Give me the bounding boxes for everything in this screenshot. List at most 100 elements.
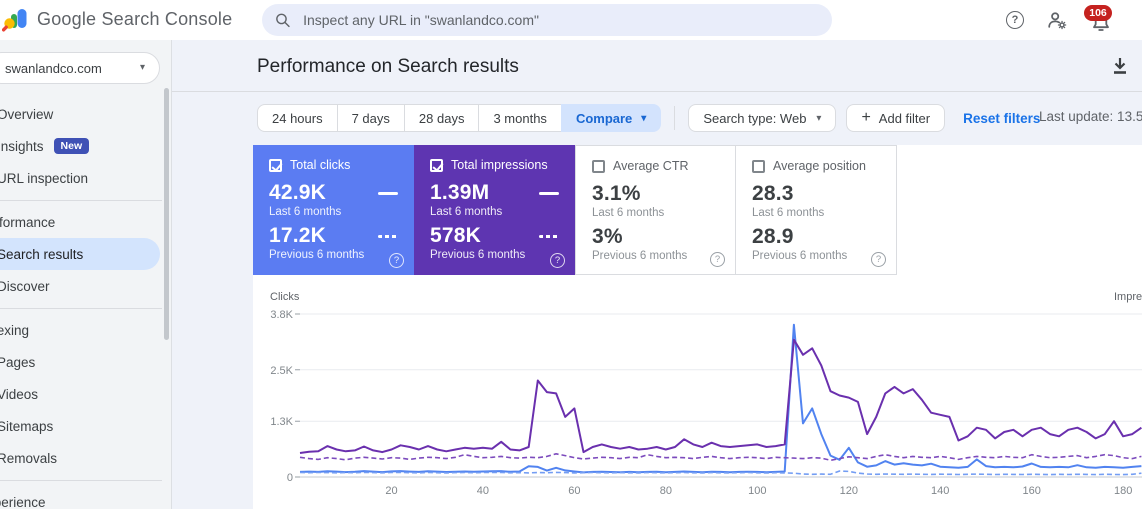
metric-current-value: 28.3	[752, 182, 794, 205]
sidebar-item-discover[interactable]: Discover	[0, 270, 171, 302]
metric-previous-label: Previous 6 months	[269, 249, 365, 261]
x-tick-label: 140	[931, 485, 949, 497]
sidebar-item-label: URL inspection	[0, 170, 89, 186]
sidebar-item-label: Experience	[0, 494, 46, 509]
date-range-3-months[interactable]: 3 months	[478, 104, 562, 132]
metric-previous-value: 3%	[592, 225, 623, 248]
performance-card: Total clicks 42.9K Last 6 months 17.2K P…	[253, 145, 1142, 509]
sidebar-item-url-inspection[interactable]: URL inspection	[0, 162, 171, 194]
checkbox-unchecked-icon[interactable]	[752, 159, 765, 173]
search-input[interactable]	[301, 11, 820, 29]
metric-title: Total clicks	[290, 158, 351, 172]
sidebar-divider	[0, 474, 171, 486]
user-settings-icon[interactable]	[1046, 9, 1068, 31]
x-tick-label: 160	[1023, 485, 1041, 497]
sidebar-item-label: Indexing	[0, 322, 30, 338]
metric-tile-total-impressions[interactable]: Total impressions 1.39M Last 6 months 57…	[414, 145, 575, 275]
chart-area: 0 1.3K 2.5K 3.8K 20 40 60 80 100 120 140 160 180 Clic…	[253, 275, 1142, 509]
help-icon[interactable]	[1006, 11, 1024, 29]
x-tick-label: 40	[477, 485, 489, 497]
y-tick-label: 1.3K	[270, 416, 293, 428]
date-range-28-days[interactable]: 28 days	[403, 104, 480, 132]
sidebar-item-overview[interactable]: Overview	[0, 98, 171, 130]
google-search-console-app: Google Search Console 106	[0, 0, 1142, 509]
sidebar-item-label: Sitemaps	[0, 418, 54, 434]
performance-chart[interactable]: 0 1.3K 2.5K 3.8K 20 40 60 80 100 120 140 160 180 Clic…	[253, 275, 1142, 509]
sidebar-item-indexing[interactable]: Indexing	[0, 314, 171, 346]
help-icon[interactable]	[550, 253, 565, 268]
sidebar-nav: Overview Insights New URL inspection Perform…	[0, 98, 171, 509]
sidebar-item-performance[interactable]: Performance	[0, 206, 171, 238]
date-range-24-hours[interactable]: 24 hours	[257, 104, 338, 132]
y-tick-label: 3.8K	[270, 309, 293, 321]
sidebar-item-pages[interactable]: Pages	[0, 346, 171, 378]
x-tick-label: 60	[568, 485, 580, 497]
notification-count-badge: 106	[1084, 5, 1112, 21]
solid-line-legend-icon	[378, 191, 398, 195]
sidebar-item-label: Removals	[0, 450, 58, 466]
sidebar-item-label: Discover	[0, 278, 50, 294]
help-icon[interactable]	[871, 252, 886, 267]
topbar: Google Search Console 106	[0, 0, 1142, 40]
product-name: Google Search Console	[37, 9, 233, 29]
metric-current-value: 42.9K	[269, 181, 327, 204]
reset-filters-link[interactable]: Reset filters	[963, 111, 1040, 126]
metric-tile-total-clicks[interactable]: Total clicks 42.9K Last 6 months 17.2K P…	[253, 145, 414, 275]
left-axis-title: Clicks	[270, 291, 300, 303]
dashed-line-legend-icon	[539, 234, 559, 238]
search-icon	[276, 13, 290, 28]
sidebar-item-search-results[interactable]: Search results	[0, 238, 160, 270]
metric-tiles: Total clicks 42.9K Last 6 months 17.2K P…	[253, 145, 1142, 275]
dashed-line-legend-icon	[378, 234, 398, 238]
search-console-logo-icon	[2, 9, 27, 32]
sidebar-item-removals[interactable]: Removals	[0, 442, 171, 474]
search-type-dropdown[interactable]: Search type: Web	[688, 104, 837, 132]
help-icon[interactable]	[389, 253, 404, 268]
date-range-7-days[interactable]: 7 days	[336, 104, 405, 132]
metric-current-label: Last 6 months	[592, 207, 665, 219]
new-badge: New	[53, 138, 90, 154]
export-download-icon[interactable]	[1108, 54, 1132, 78]
property-selector[interactable]: swanlandco.com	[0, 52, 160, 84]
metric-previous-value: 28.9	[752, 225, 794, 248]
sidebar-item-videos[interactable]: Videos	[0, 378, 171, 410]
metric-current-label: Last 6 months	[430, 206, 503, 218]
sidebar: swanlandco.com Overview Insights New URL in…	[0, 40, 172, 509]
page-title: Performance on Search results	[257, 56, 519, 77]
x-tick-label: 180	[1114, 485, 1132, 497]
sidebar-item-experience[interactable]: Experience	[0, 486, 171, 509]
x-tick-label: 80	[660, 485, 672, 497]
app-logo[interactable]: Google Search Console	[2, 6, 232, 33]
sidebar-item-label: Pages	[0, 354, 36, 370]
compare-button[interactable]: Compare	[560, 104, 662, 132]
sidebar-item-insights[interactable]: Insights New	[0, 130, 171, 162]
checkbox-checked-icon[interactable]	[269, 158, 282, 172]
sidebar-item-sitemaps[interactable]: Sitemaps	[0, 410, 171, 442]
checkbox-checked-icon[interactable]	[430, 158, 443, 172]
sidebar-item-label: Videos	[0, 386, 39, 402]
sidebar-item-label: Overview	[0, 106, 54, 122]
add-filter-button[interactable]: Add filter	[846, 104, 946, 132]
url-inspect-searchbox[interactable]	[262, 4, 832, 36]
sidebar-divider	[0, 302, 171, 314]
y-tick-label: 0	[287, 472, 293, 484]
sidebar-scrollbar-thumb[interactable]	[164, 88, 169, 340]
x-tick-label: 120	[840, 485, 858, 497]
checkbox-unchecked-icon[interactable]	[592, 159, 605, 173]
metric-tile-average-ctr[interactable]: Average CTR 3.1% Last 6 months 3% Previo…	[575, 145, 736, 275]
chevron-down-icon	[140, 63, 145, 73]
metric-title: Average CTR	[613, 159, 689, 173]
metric-current-value: 1.39M	[430, 181, 490, 204]
x-tick-label: 100	[748, 485, 766, 497]
main-content: Performance on Search results 24 hours 7…	[172, 40, 1142, 509]
metric-tile-average-position[interactable]: Average position 28.3 Last 6 months 28.9…	[736, 145, 897, 275]
sidebar-item-label: Insights	[0, 138, 44, 154]
last-update-label: Last update: 13.5	[1039, 109, 1142, 124]
metric-title: Average position	[773, 159, 866, 173]
series-clicks-current	[299, 323, 1142, 474]
help-icon[interactable]	[710, 252, 725, 267]
notifications-button[interactable]: 106	[1084, 5, 1114, 35]
metric-title: Total impressions	[451, 158, 548, 172]
x-tick-label: 20	[385, 485, 397, 497]
filters-row: 24 hours 7 days 28 days 3 months Compare…	[257, 104, 1040, 132]
